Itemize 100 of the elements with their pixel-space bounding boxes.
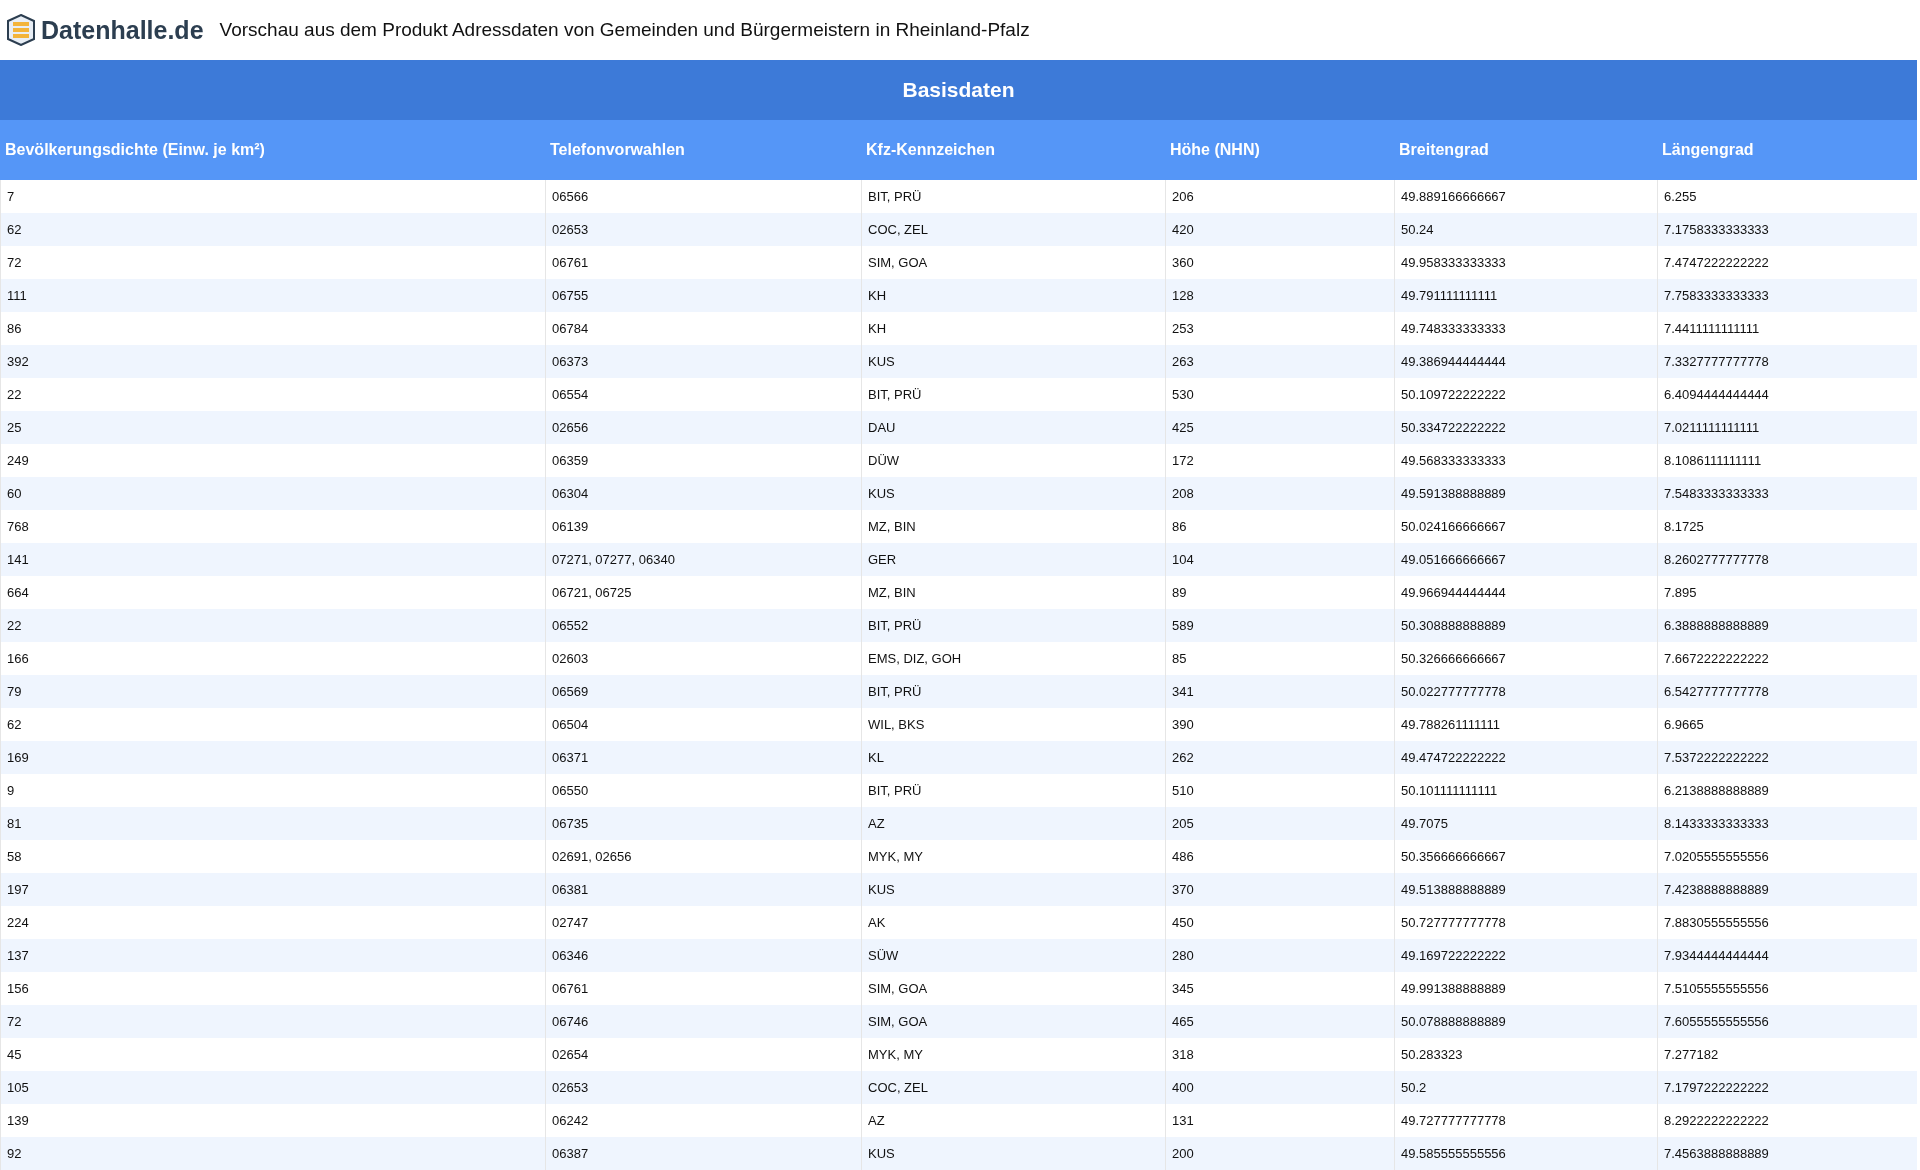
table-cell: 06373 xyxy=(545,345,861,378)
table-cell: 7.0211111111111 xyxy=(1657,411,1917,444)
server-stack-icon xyxy=(6,14,36,46)
column-header: Längengrad xyxy=(1657,120,1917,180)
table-cell: 22 xyxy=(0,609,545,642)
column-header: Telefonvorwahlen xyxy=(545,120,861,180)
table-cell: 7.5372222222222 xyxy=(1657,741,1917,774)
table-cell: 62 xyxy=(0,213,545,246)
table-cell: COC, ZEL xyxy=(861,1071,1165,1104)
table-cell: GER xyxy=(861,543,1165,576)
table-cell: 205 xyxy=(1165,807,1394,840)
table-cell: 263 xyxy=(1165,345,1394,378)
table-cell: 49.591388888889 xyxy=(1394,477,1657,510)
column-header: Höhe (NHN) xyxy=(1165,120,1394,180)
table-cell: 370 xyxy=(1165,873,1394,906)
table-cell: 06346 xyxy=(545,939,861,972)
table-cell: 06569 xyxy=(545,675,861,708)
table-cell: 7.9344444444444 xyxy=(1657,939,1917,972)
table-cell: 50.2 xyxy=(1394,1071,1657,1104)
table-cell: 60 xyxy=(0,477,545,510)
table-cell: 6.5427777777778 xyxy=(1657,675,1917,708)
table-cell: 49.474722222222 xyxy=(1394,741,1657,774)
table-cell: 49.051666666667 xyxy=(1394,543,1657,576)
table-cell: 8.1433333333333 xyxy=(1657,807,1917,840)
table-cell: KUS xyxy=(861,1137,1165,1170)
table-cell: 105 xyxy=(0,1071,545,1104)
table-cell: 197 xyxy=(0,873,545,906)
table-cell: 50.308888888889 xyxy=(1394,609,1657,642)
table-cell: 49.791111111111 xyxy=(1394,279,1657,312)
table-cell: 262 xyxy=(1165,741,1394,774)
table-cell: 06371 xyxy=(545,741,861,774)
table-cell: 49.386944444444 xyxy=(1394,345,1657,378)
table-cell: 7.1758333333333 xyxy=(1657,213,1917,246)
table-cell: 92 xyxy=(0,1137,545,1170)
table-cell: 50.334722222222 xyxy=(1394,411,1657,444)
table-cell: 7.4238888888889 xyxy=(1657,873,1917,906)
page-title: Vorschau aus dem Produkt Adressdaten von Gemeinden und Bürgermeistern in Rheinland-Pfalz xyxy=(219,19,1030,41)
table-cell: BIT, PRÜ xyxy=(861,609,1165,642)
table-cell: 50.24 xyxy=(1394,213,1657,246)
table-cell: 8.2602777777778 xyxy=(1657,543,1917,576)
table-cell: 06735 xyxy=(545,807,861,840)
table-cell: 7.5483333333333 xyxy=(1657,477,1917,510)
table-cell: 128 xyxy=(1165,279,1394,312)
table-cell: 425 xyxy=(1165,411,1394,444)
table-cell: 79 xyxy=(0,675,545,708)
table-cell: BIT, PRÜ xyxy=(861,675,1165,708)
column-header: Kfz-Kennzeichen xyxy=(861,120,1165,180)
table-cell: 7.4563888888889 xyxy=(1657,1137,1917,1170)
group-header: Basisdaten xyxy=(0,60,1917,120)
table-cell: 49.585555555556 xyxy=(1394,1137,1657,1170)
table-cell: DAU xyxy=(861,411,1165,444)
table-cell: 7.6055555555556 xyxy=(1657,1005,1917,1038)
table-cell: 06552 xyxy=(545,609,861,642)
table-cell: 49.513888888889 xyxy=(1394,873,1657,906)
table-cell: 465 xyxy=(1165,1005,1394,1038)
table-cell: 25 xyxy=(0,411,545,444)
table-cell: 111 xyxy=(0,279,545,312)
table-cell: 208 xyxy=(1165,477,1394,510)
table-cell: 06755 xyxy=(545,279,861,312)
table-cell: KUS xyxy=(861,345,1165,378)
table-cell: 81 xyxy=(0,807,545,840)
table-cell: 7.7583333333333 xyxy=(1657,279,1917,312)
table-cell: 02653 xyxy=(545,1071,861,1104)
table-cell: 06387 xyxy=(545,1137,861,1170)
table-cell: 341 xyxy=(1165,675,1394,708)
table-cell: 07271, 07277, 06340 xyxy=(545,543,861,576)
column-header: Breitengrad xyxy=(1394,120,1657,180)
table-cell: 137 xyxy=(0,939,545,972)
table-cell: COC, ZEL xyxy=(861,213,1165,246)
site-logo[interactable]: Datenhalle.de xyxy=(41,15,204,45)
table-cell: 06304 xyxy=(545,477,861,510)
table-cell: 169 xyxy=(0,741,545,774)
table-cell: 104 xyxy=(1165,543,1394,576)
table-cell: 589 xyxy=(1165,609,1394,642)
table-cell: 02656 xyxy=(545,411,861,444)
table-cell: 420 xyxy=(1165,213,1394,246)
table-cell: 06381 xyxy=(545,873,861,906)
table-cell: 7.1797222222222 xyxy=(1657,1071,1917,1104)
table-cell: SÜW xyxy=(861,939,1165,972)
table-cell: 02653 xyxy=(545,213,861,246)
table-cell: 7.3327777777778 xyxy=(1657,345,1917,378)
table-cell: KUS xyxy=(861,477,1165,510)
table-cell: 49.7075 xyxy=(1394,807,1657,840)
table-cell: 50.022777777778 xyxy=(1394,675,1657,708)
table-cell: 141 xyxy=(0,543,545,576)
table-cell: SIM, GOA xyxy=(861,1005,1165,1038)
table-cell: KUS xyxy=(861,873,1165,906)
table-cell: KH xyxy=(861,279,1165,312)
table-cell: KL xyxy=(861,741,1165,774)
table-cell: 06746 xyxy=(545,1005,861,1038)
table-cell: 50.078888888889 xyxy=(1394,1005,1657,1038)
table-cell: 400 xyxy=(1165,1071,1394,1104)
table-cell: 49.169722222222 xyxy=(1394,939,1657,972)
table-cell: 280 xyxy=(1165,939,1394,972)
table-cell: 72 xyxy=(0,1005,545,1038)
table-cell: AZ xyxy=(861,807,1165,840)
table-cell: 392 xyxy=(0,345,545,378)
table-cell: 6.3888888888889 xyxy=(1657,609,1917,642)
table-cell: 200 xyxy=(1165,1137,1394,1170)
column-header: Bevölkerungsdichte (Einw. je km²) xyxy=(0,120,545,180)
